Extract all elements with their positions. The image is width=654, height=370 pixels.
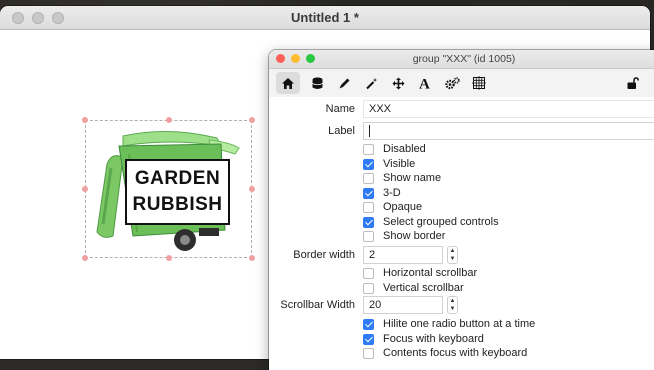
resize-handle-b[interactable]: [166, 255, 172, 261]
checkbox-label[interactable]: Focus with keyboard: [383, 333, 484, 345]
gears-icon[interactable]: [440, 72, 464, 94]
move-icon[interactable]: [386, 72, 410, 94]
resize-handle-t[interactable]: [166, 117, 172, 123]
svg-text:A: A: [419, 77, 430, 91]
pencil-icon[interactable]: [332, 72, 356, 94]
checkbox-label[interactable]: Vertical scrollbar: [383, 282, 464, 294]
border-width-label: Border width: [293, 249, 355, 261]
scrollbar-width-field[interactable]: 20: [363, 296, 443, 314]
text-cursor: [369, 125, 370, 138]
checkbox[interactable]: [363, 158, 374, 170]
resize-handle-bl[interactable]: [82, 255, 88, 261]
checkbox-label[interactable]: Hilite one radio button at a time: [383, 318, 535, 330]
text-icon[interactable]: A: [413, 72, 437, 94]
scrollbar-width-label: Scrollbar Width: [280, 299, 355, 311]
database-icon[interactable]: [305, 72, 329, 94]
inspector-title: group "XXX" (id 1005): [412, 53, 516, 65]
name-label: Name: [325, 103, 355, 115]
home-icon[interactable]: [276, 72, 300, 94]
stack-window-titlebar[interactable]: Untitled 1 *: [0, 6, 650, 30]
name-field[interactable]: XXX: [363, 100, 654, 118]
checkbox-label[interactable]: Horizontal scrollbar: [383, 267, 477, 279]
label-field[interactable]: [363, 122, 654, 140]
checkbox[interactable]: [363, 333, 374, 345]
wand-icon[interactable]: [359, 72, 383, 94]
resize-handle-tl[interactable]: [82, 117, 88, 123]
border-width-stepper[interactable]: ▲ ▼: [447, 246, 458, 264]
bin-label-line2: RUBBISH: [132, 194, 223, 215]
inspector-titlebar[interactable]: group "XXX" (id 1005): [269, 50, 654, 69]
scrollbar-width-stepper[interactable]: ▲ ▼: [447, 296, 458, 314]
bin-label-line1: GARDEN: [134, 168, 221, 189]
checkbox[interactable]: [363, 348, 374, 359]
checkbox-label[interactable]: Visible: [383, 158, 415, 170]
checkbox[interactable]: [363, 144, 374, 155]
checkbox-label[interactable]: 3-D: [383, 187, 401, 199]
checkbox[interactable]: [363, 216, 374, 228]
checkbox[interactable]: [363, 202, 374, 213]
inspector-toolbar: A: [269, 69, 654, 98]
checkbox[interactable]: [363, 282, 374, 294]
checkbox-label[interactable]: Show name: [383, 172, 441, 184]
checkbox-label[interactable]: Show border: [383, 230, 445, 242]
checkbox[interactable]: [363, 319, 374, 330]
bin-label-box: GARDEN RUBBISH: [125, 159, 230, 225]
checkbox[interactable]: [363, 173, 374, 184]
resize-handle-r[interactable]: [249, 186, 255, 192]
grid-icon[interactable]: [467, 72, 491, 94]
resize-handle-br[interactable]: [249, 255, 255, 261]
checkbox[interactable]: [363, 231, 374, 242]
resize-handle-l[interactable]: [82, 186, 88, 192]
checkbox-label[interactable]: Disabled: [383, 143, 426, 155]
checkbox-label[interactable]: Contents focus with keyboard: [383, 347, 527, 359]
window-title: Untitled 1 *: [291, 10, 359, 25]
checkbox-label[interactable]: Opaque: [383, 201, 422, 213]
inspector-body: Name XXX Label Disabled Visible Show name 3…: [269, 97, 654, 370]
resize-handle-tr[interactable]: [249, 117, 255, 123]
checkbox-label[interactable]: Select grouped controls: [383, 216, 499, 228]
property-inspector: group "XXX" (id 1005) A Name XXX Label D…: [269, 50, 654, 370]
checkbox[interactable]: [363, 187, 374, 199]
lock-icon[interactable]: [620, 72, 644, 94]
label-label: Label: [328, 125, 355, 137]
checkbox[interactable]: [363, 268, 374, 279]
border-width-field[interactable]: 2: [363, 246, 443, 264]
